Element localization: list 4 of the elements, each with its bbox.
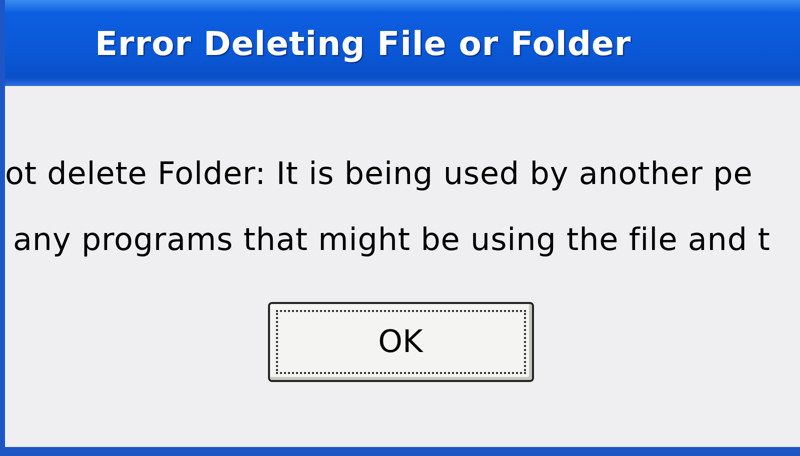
message-text: any programs that might be using the file and t — [13, 222, 772, 258]
window-title: Error Deleting File or Folder — [95, 24, 632, 62]
message-text: ot delete Folder: It is being used by another pe — [5, 156, 754, 192]
ok-button[interactable]: OK — [268, 302, 534, 382]
